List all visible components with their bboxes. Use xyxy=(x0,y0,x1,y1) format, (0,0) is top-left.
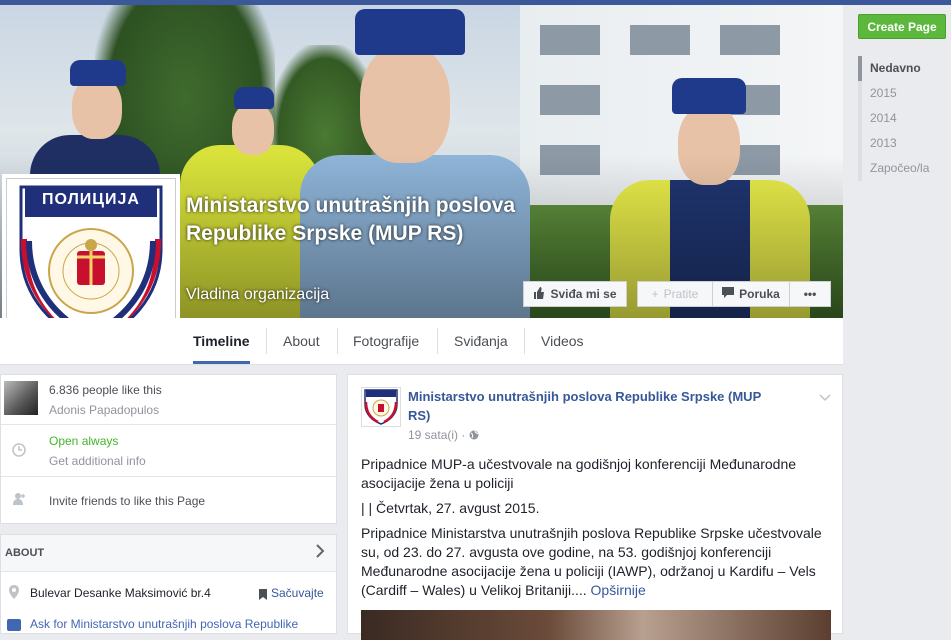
tab-likes[interactable]: Sviđanja xyxy=(454,318,508,364)
post-headline: Pripadnice MUP-a učestvovale na godišnjo… xyxy=(361,456,797,491)
timeline-post: Ministarstvo unutrašnjih poslova Republi… xyxy=(347,374,843,640)
year-founded[interactable]: Započeo/la xyxy=(862,156,929,181)
divider xyxy=(1,476,338,477)
more-options-button[interactable]: ••• xyxy=(789,281,831,307)
year-recent[interactable]: Nedavno xyxy=(858,56,929,81)
open-status: Open always xyxy=(49,434,119,448)
tab-videos[interactable]: Videos xyxy=(541,318,584,364)
tab-timeline[interactable]: Timeline xyxy=(193,318,250,364)
follow-button-label: Pratite xyxy=(663,287,699,301)
bookmark-icon xyxy=(259,587,267,605)
police-badge-label: ПОЛИЦИЈА xyxy=(42,191,140,208)
year-2015[interactable]: 2015 xyxy=(862,81,929,106)
about-card: ABOUT Bulevar Desanke Maksimović br.4 Sa… xyxy=(0,534,337,634)
tab-divider xyxy=(337,328,338,354)
liker-name[interactable]: Adonis Papadopulos xyxy=(49,403,329,417)
invite-friends-link[interactable]: Invite friends to like this Page xyxy=(49,494,329,508)
see-more-link[interactable]: Opširnije xyxy=(591,582,646,598)
page-category[interactable]: Vladina organizacija xyxy=(186,286,329,304)
page-tab-bar: Timeline About Fotografije Sviđanja Vide… xyxy=(0,318,843,365)
like-page-button[interactable]: Sviđa mi se xyxy=(523,281,627,307)
year-2013[interactable]: 2013 xyxy=(862,131,929,156)
timeline-year-nav: Nedavno 2015 2014 2013 Započeo/la xyxy=(858,56,929,181)
location-pin-icon xyxy=(9,585,19,604)
message-button[interactable]: Poruka xyxy=(712,281,790,307)
post-timestamp[interactable]: 19 sata(i) · xyxy=(408,428,479,443)
message-icon xyxy=(722,287,735,301)
police-shield-icon xyxy=(364,389,398,425)
tab-photos[interactable]: Fotografije xyxy=(353,318,419,364)
post-image[interactable] xyxy=(361,610,831,640)
get-info-link[interactable]: Get additional info xyxy=(49,454,329,468)
plus-icon: + xyxy=(651,287,659,301)
like-button-label: Sviđa mi se xyxy=(550,287,617,301)
globe-icon xyxy=(469,429,479,443)
liker-avatar[interactable] xyxy=(4,381,38,415)
tab-divider xyxy=(437,328,438,354)
about-header[interactable]: ABOUT xyxy=(1,535,336,572)
ask-icon xyxy=(7,618,21,636)
post-body: Pripadnice Ministarstva unutrašnjih posl… xyxy=(361,524,836,600)
message-button-label: Poruka xyxy=(739,287,780,301)
post-date-line: | | Četvrtak, 27. avgust 2015. xyxy=(361,500,540,516)
page-info-card: 6.836 people like this Adonis Papadopulo… xyxy=(0,374,338,524)
clock-icon xyxy=(12,443,26,462)
chevron-right-icon xyxy=(315,544,325,563)
thumbs-up-icon xyxy=(533,286,545,302)
more-icon: ••• xyxy=(803,287,817,301)
follow-button[interactable]: + Pratite xyxy=(637,281,713,307)
post-time-label: 19 sata(i) · xyxy=(408,428,469,442)
year-2014[interactable]: 2014 xyxy=(862,106,929,131)
page-title[interactable]: Ministarstvo unutrašnjih poslova Republi… xyxy=(186,192,516,248)
post-options-chevron-icon[interactable] xyxy=(819,389,831,407)
create-page-button[interactable]: Create Page xyxy=(858,14,946,39)
address-text[interactable]: Bulevar Desanke Maksimović br.4 xyxy=(30,586,260,600)
likes-count[interactable]: 6.836 people like this xyxy=(49,383,329,397)
about-header-label: ABOUT xyxy=(5,547,45,559)
tab-divider xyxy=(266,328,267,354)
ask-for-link[interactable]: Ask for Ministarstvo unutrašnjih poslova… xyxy=(30,617,330,631)
save-location-button[interactable]: Sačuvajte xyxy=(271,586,335,600)
post-author-name[interactable]: Ministarstvo unutrašnjih poslova Republi… xyxy=(408,387,778,425)
divider xyxy=(1,424,338,425)
tab-divider xyxy=(524,328,525,354)
invite-friends-icon xyxy=(12,492,26,511)
tab-about[interactable]: About xyxy=(283,318,320,364)
post-author-avatar[interactable] xyxy=(361,387,401,427)
